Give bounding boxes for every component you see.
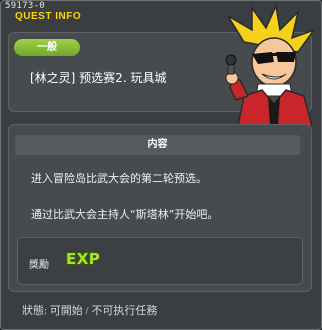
exp-icon[interactable]: EXP [66,250,100,268]
quest-description-line: 进入冒险岛比武大会的第二轮预选。 [31,172,207,185]
window-title: QUEST INFO [15,11,82,22]
quest-name: [林之灵] 预选赛2. 玩具城 [30,71,167,85]
quest-id: 59173-0 [5,1,46,11]
reward-box [17,237,303,285]
quest-status: 狀態: 可開始 / 不可执行任務 [22,305,158,317]
npc-host-portrait-icon [225,4,317,126]
quest-category-badge: 一般 [14,39,80,56]
quest-description-line: 通过比武大会主持人“斯塔林”开始吧。 [31,208,219,221]
content-header: 内容 [15,135,300,155]
reward-label: 獎勵 [29,260,49,271]
